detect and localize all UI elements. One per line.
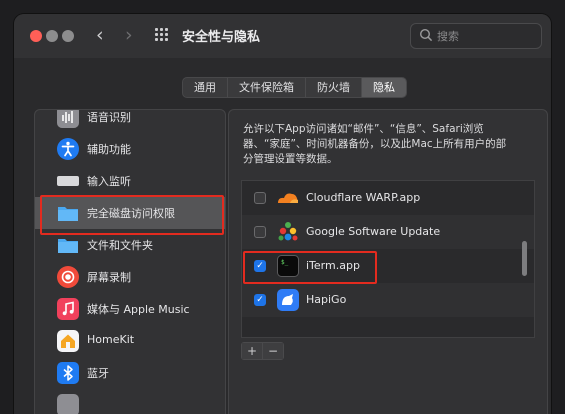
show-all-grid-icon[interactable] xyxy=(155,28,169,42)
sidebar-item-screen-recording[interactable]: 屏幕录制 xyxy=(35,261,225,293)
sidebar-item-label: 辅助功能 xyxy=(87,143,131,156)
back-chevron-icon[interactable]: ‹ xyxy=(96,25,104,45)
app-label: Cloudflare WARP.app xyxy=(306,191,421,204)
sidebar-item-label: 蓝牙 xyxy=(87,367,109,380)
home-icon xyxy=(57,330,79,352)
screen-recording-icon xyxy=(57,266,79,288)
sidebar-item-label: 媒体与 Apple Music xyxy=(87,303,190,316)
sidebar-item-homekit[interactable]: HomeKit xyxy=(35,325,225,357)
search-input[interactable]: 搜索 xyxy=(410,23,542,49)
bluetooth-icon xyxy=(57,362,79,384)
sidebar-item-input-monitoring[interactable]: 输入监听 xyxy=(35,165,225,197)
hapigo-icon xyxy=(276,288,300,312)
add-app-button[interactable]: + xyxy=(242,343,262,359)
highlight-iterm xyxy=(243,251,377,284)
sidebar-item-accessibility[interactable]: 辅助功能 xyxy=(35,133,225,165)
tab-firewall[interactable]: 防火墙 xyxy=(306,78,362,97)
app-icon xyxy=(57,394,79,414)
highlight-full-disk-access xyxy=(40,195,224,235)
sidebar-item-media-apple-music[interactable]: 媒体与 Apple Music xyxy=(35,293,225,325)
minimize-button[interactable] xyxy=(46,30,58,42)
app-row-cloudflare[interactable]: Cloudflare WARP.app xyxy=(242,181,534,215)
close-button[interactable] xyxy=(30,30,42,42)
tab-privacy[interactable]: 隐私 xyxy=(362,78,406,97)
sidebar-item-bluetooth[interactable]: 蓝牙 xyxy=(35,357,225,389)
search-icon xyxy=(419,28,433,42)
tab-bar: 通用 文件保险箱 防火墙 隐私 xyxy=(182,77,407,98)
app-checkbox[interactable]: ✓ xyxy=(254,294,266,306)
sidebar-item-label: 输入监听 xyxy=(87,175,131,188)
app-checkbox[interactable] xyxy=(254,226,266,238)
app-row-google-software-update[interactable]: Google Software Update xyxy=(242,215,534,249)
sidebar-item-label: HomeKit xyxy=(87,333,135,346)
cloudflare-icon xyxy=(276,186,300,210)
sidebar-item-label: 屏幕录制 xyxy=(87,271,131,284)
app-list-scrollbar[interactable] xyxy=(522,241,527,276)
forward-chevron-icon[interactable]: › xyxy=(125,25,133,45)
window-title: 安全性与隐私 xyxy=(182,30,261,45)
app-row-hapigo[interactable]: ✓ HapiGo xyxy=(242,283,534,317)
zoom-button[interactable] xyxy=(62,30,74,42)
privacy-category-list: 语音识别 辅助功能 输入监听 完全磁盘访问权限 文件和文件夹 屏幕录制 媒体与 … xyxy=(34,109,226,414)
add-remove-controls: + − xyxy=(241,342,284,360)
permission-description: 允许以下App访问诸如“邮件”、“信息”、Safari浏览器、“家庭”、时间机器… xyxy=(243,123,507,165)
accessibility-icon xyxy=(57,138,79,160)
app-label: HapiGo xyxy=(306,293,347,306)
sidebar-item-label: 文件和文件夹 xyxy=(87,239,153,252)
remove-app-button[interactable]: − xyxy=(262,343,283,359)
app-row-empty xyxy=(242,317,534,337)
search-placeholder: 搜索 xyxy=(437,30,459,43)
speech-recognition-icon xyxy=(57,110,79,128)
sidebar-item-label: 语音识别 xyxy=(87,111,131,124)
sidebar-item-partial[interactable] xyxy=(35,389,225,414)
app-checkbox[interactable] xyxy=(254,192,266,204)
music-icon xyxy=(57,298,79,320)
google-update-icon xyxy=(276,220,300,244)
app-label: Google Software Update xyxy=(306,225,441,238)
title-bar: ‹ › 安全性与隐私 搜索 xyxy=(14,14,551,58)
sidebar-item-speech-recognition[interactable]: 语音识别 xyxy=(35,110,225,133)
tab-general[interactable]: 通用 xyxy=(183,78,228,97)
keyboard-icon xyxy=(57,176,79,186)
tab-filevault[interactable]: 文件保险箱 xyxy=(228,78,306,97)
folder-icon xyxy=(57,234,79,256)
